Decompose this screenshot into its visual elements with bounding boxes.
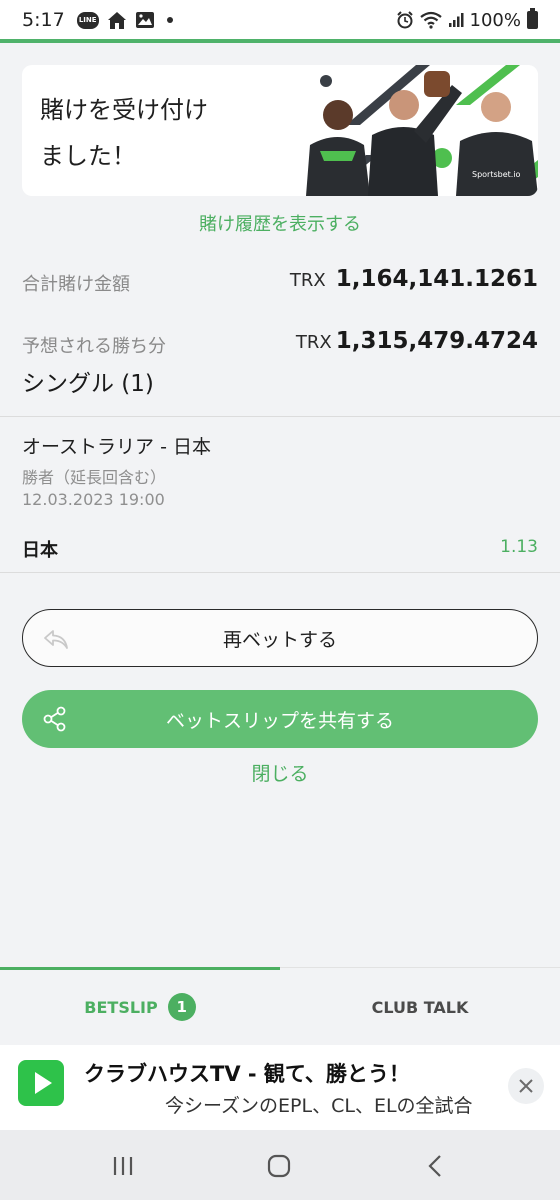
promo-players-image: Sportsbet.io bbox=[306, 65, 538, 196]
promo-brand-text: Sportsbet.io bbox=[472, 170, 521, 179]
selection-odds: 1.13 bbox=[500, 537, 538, 557]
potential-winnings-currency: TRX bbox=[295, 332, 332, 353]
tab-club-talk-label: CLUB TALK bbox=[371, 997, 469, 1017]
status-bar: 5:17 LINE 100% bbox=[0, 0, 560, 40]
share-betslip-label: ベットスリップを共有する bbox=[165, 709, 394, 732]
selection-name: 日本 bbox=[22, 540, 58, 561]
total-stake-amount: TRX 1,164,141.1261 bbox=[290, 266, 538, 292]
line-icon: LINE bbox=[76, 11, 99, 29]
status-right-icons: 100% bbox=[396, 8, 538, 31]
status-left-icons: LINE bbox=[76, 10, 173, 30]
home-icon bbox=[107, 12, 126, 29]
betslip-count-badge: 1 bbox=[167, 993, 196, 1021]
play-icon[interactable] bbox=[18, 1060, 64, 1106]
bet-type-label: シングル (1) bbox=[22, 371, 154, 397]
close-icon bbox=[519, 1079, 533, 1093]
ad-title: クラブハウスTV - 観て、勝とう！ bbox=[84, 1062, 410, 1086]
market-name: 勝者（延長回含む） bbox=[22, 468, 167, 487]
alarm-icon bbox=[396, 11, 413, 29]
bet-accepted-title: 賭けを受け付けました！ bbox=[40, 96, 208, 170]
close-link[interactable]: 閉じる bbox=[0, 759, 560, 786]
top-accent-line bbox=[0, 39, 560, 43]
ad-subtitle: 今シーズンのEPL、CL、ELの全試合 bbox=[165, 1095, 473, 1117]
total-stake-label: 合計賭け金額 bbox=[22, 274, 130, 295]
battery-icon bbox=[527, 8, 538, 29]
notification-dot bbox=[166, 17, 173, 23]
tab-betslip-label: BETSLIP bbox=[84, 997, 158, 1017]
undo-arrow-icon bbox=[44, 630, 68, 649]
tab-club-talk[interactable]: CLUB TALK bbox=[280, 968, 560, 1046]
wifi-icon bbox=[419, 11, 442, 29]
match-name: オーストラリア - 日本 bbox=[22, 436, 211, 458]
total-stake-value: 1,164,141.1261 bbox=[335, 266, 538, 292]
home-button-icon[interactable] bbox=[259, 1146, 299, 1186]
share-icon bbox=[43, 706, 66, 732]
potential-winnings-amount: TRX 1,315,479.4724 bbox=[296, 328, 538, 354]
potential-winnings-value: 1,315,479.4724 bbox=[335, 328, 538, 354]
bet-accepted-banner: 賭けを受け付けました！ Sportsbet.io bbox=[22, 65, 538, 196]
recent-apps-icon[interactable] bbox=[103, 1146, 143, 1186]
divider bbox=[0, 416, 560, 417]
system-nav-bar bbox=[0, 1130, 560, 1200]
total-stake-currency: TRX bbox=[289, 270, 326, 291]
potential-winnings-label: 予想される勝ち分 bbox=[22, 336, 166, 357]
share-betslip-button[interactable]: ベットスリップを共有する bbox=[22, 690, 538, 748]
divider bbox=[0, 572, 560, 573]
ad-close-button[interactable] bbox=[508, 1068, 544, 1104]
view-bet-history-link[interactable]: 賭け履歴を表示する bbox=[0, 210, 560, 236]
back-icon[interactable] bbox=[416, 1146, 456, 1186]
rebet-button[interactable]: 再ベットする bbox=[22, 609, 538, 667]
ad-banner[interactable]: クラブハウスTV - 観て、勝とう！ 今シーズンのEPL、CL、ELの全試合 bbox=[0, 1045, 560, 1130]
battery-percent: 100% bbox=[469, 9, 521, 31]
tab-betslip[interactable]: BETSLIP 1 bbox=[0, 968, 280, 1046]
bottom-tabs: BETSLIP 1 CLUB TALK bbox=[0, 967, 560, 1045]
signal-icon bbox=[448, 13, 464, 27]
gallery-icon bbox=[135, 12, 154, 28]
rebet-button-label: 再ベットする bbox=[222, 628, 337, 651]
match-datetime: 12.03.2023 19:00 bbox=[22, 490, 165, 509]
app-root: 5:17 LINE 100% 賭けを受け付けました！ Sportsbet.io … bbox=[0, 0, 560, 1200]
status-time: 5:17 bbox=[22, 9, 65, 31]
